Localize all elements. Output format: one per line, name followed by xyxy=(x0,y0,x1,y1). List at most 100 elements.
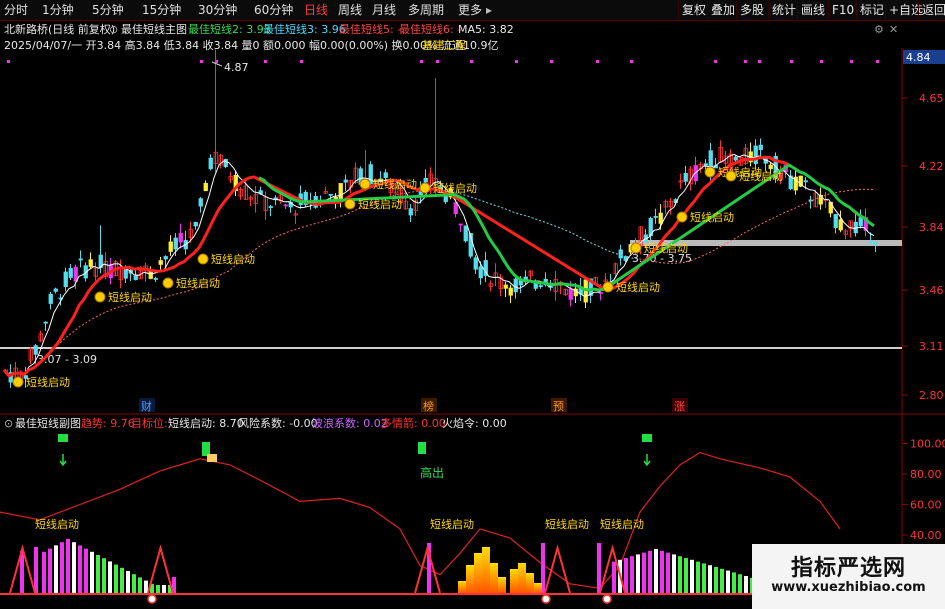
candle-body xyxy=(103,260,108,278)
sub-fire: 火焰令: 0.00 xyxy=(442,417,507,430)
histogram-bar xyxy=(144,580,148,593)
mark-button[interactable]: 标记 xyxy=(856,1,887,19)
histogram-bar xyxy=(654,549,658,593)
settings-gear-icon[interactable]: ⚙ xyxy=(874,23,884,37)
tab-30min[interactable]: 30分钟 xyxy=(198,2,237,18)
top-marker xyxy=(550,60,553,63)
green-arrow-signal[interactable] xyxy=(642,434,652,467)
coin-icon xyxy=(725,170,737,182)
signal-start[interactable]: 短线启动 xyxy=(162,276,220,290)
candle-body xyxy=(353,167,358,184)
candle-body xyxy=(303,191,308,205)
signal-start[interactable]: 短线启动 xyxy=(602,280,660,294)
candle-body xyxy=(3,369,8,372)
signal-start[interactable]: 短线启动 xyxy=(676,210,734,224)
multi-stock-button[interactable]: 多股 xyxy=(736,1,767,19)
green-block xyxy=(202,442,210,456)
sector-link[interactable]: 基建工程 xyxy=(422,39,466,53)
plus-circle-icon[interactable] xyxy=(147,594,157,604)
signal-start[interactable]: 短线启动 xyxy=(419,181,477,195)
tab-daily[interactable]: 日线 xyxy=(304,2,328,18)
event-rank-marker[interactable] xyxy=(421,398,437,412)
candle-body xyxy=(873,241,878,245)
tab-more[interactable]: 更多 xyxy=(458,2,482,18)
signal-start[interactable]: 短线启动 xyxy=(725,169,783,183)
plus-circle-icon[interactable] xyxy=(541,594,551,604)
sub-indicator-name[interactable]: 最佳短线副图 xyxy=(15,417,81,431)
signal-start[interactable]: 短线启动 xyxy=(197,252,255,266)
histogram-bar xyxy=(672,554,676,593)
top-marker xyxy=(515,60,518,63)
candle-body xyxy=(428,173,433,187)
draw-line-button[interactable]: 画线 xyxy=(797,1,828,19)
signal-start[interactable]: 短线启动 xyxy=(344,197,402,211)
fire-bar xyxy=(498,577,506,593)
candle-body xyxy=(638,226,643,247)
price-tick-label: 3.46 xyxy=(919,284,944,297)
event-up-marker[interactable] xyxy=(672,398,688,412)
red-triangle xyxy=(414,544,441,594)
signal-start[interactable]: 短线启动 xyxy=(704,165,762,179)
candle-body xyxy=(243,185,248,200)
more-arrow-icon[interactable]: ▸ xyxy=(486,2,492,18)
candle-body xyxy=(143,265,148,273)
candle-body xyxy=(313,195,318,208)
tab-15min[interactable]: 15分钟 xyxy=(142,2,181,18)
tab-1min[interactable]: 1分钟 xyxy=(42,2,74,18)
tab-5min[interactable]: 5分钟 xyxy=(92,2,124,18)
green-arrow-signal[interactable] xyxy=(58,434,68,467)
tab-multi[interactable]: 多周期 xyxy=(408,2,444,18)
histogram-bar xyxy=(126,571,130,593)
histogram-bar xyxy=(156,585,160,593)
signal-start[interactable]: 短线启动 xyxy=(359,177,417,191)
overlay-button[interactable]: 叠加 xyxy=(707,1,738,19)
event-finance-marker[interactable] xyxy=(139,398,155,412)
candle-body xyxy=(603,279,608,282)
candle-body xyxy=(238,188,243,197)
tab-60min[interactable]: 60分钟 xyxy=(254,2,293,18)
restore-right-button[interactable]: 复权 xyxy=(678,1,709,19)
signal-start[interactable]: 短线启动 xyxy=(94,290,152,304)
candle-body xyxy=(513,278,518,293)
candle-body xyxy=(438,186,443,193)
histogram-bar xyxy=(66,539,70,593)
legend-ma6: 最佳短线6: - xyxy=(399,23,462,36)
candle-body xyxy=(808,199,813,202)
top-marker xyxy=(200,60,203,63)
back-button[interactable]: 返回 xyxy=(918,1,945,19)
candle-body xyxy=(218,155,223,166)
sub-indicator-toggle-icon[interactable]: ⊙ xyxy=(4,417,13,431)
candle-body xyxy=(733,156,738,161)
candle-body xyxy=(338,183,343,200)
f10-button[interactable]: F10 xyxy=(828,1,857,19)
histogram-bar xyxy=(48,548,52,593)
sub-tick-label: 60.00 xyxy=(910,499,942,512)
candle-body xyxy=(788,175,793,190)
watermark-title: 指标严选网 xyxy=(790,556,906,581)
green-block xyxy=(418,442,426,454)
event-forecast-marker[interactable] xyxy=(551,398,567,412)
statistics-button[interactable]: 统计 xyxy=(768,1,799,19)
fire-bar xyxy=(466,565,474,593)
indicator-name[interactable]: 最佳短线主图 xyxy=(121,23,187,37)
histogram-bar xyxy=(612,561,616,593)
histogram-bar xyxy=(427,543,431,593)
tab-fenshi[interactable]: 分时 xyxy=(4,2,28,18)
candle-body xyxy=(118,267,123,281)
candle-body xyxy=(833,214,838,228)
indicator-toggle-icon[interactable]: ⊙ xyxy=(109,23,118,37)
tab-monthly[interactable]: 月线 xyxy=(372,2,396,18)
candle-body xyxy=(558,281,563,286)
coin-icon xyxy=(344,198,356,210)
sub-axis: 100.00 80.00 60.00 40.00 xyxy=(902,438,945,542)
sub-tick-label: 80.00 xyxy=(910,468,942,481)
plus-circle-icon[interactable] xyxy=(602,594,612,604)
candle-body xyxy=(503,284,508,289)
panel-close-icon[interactable]: ✕ xyxy=(889,23,898,37)
signal-start[interactable]: 短线启动 xyxy=(12,375,70,389)
legend-ma5: 最佳短线5: - xyxy=(339,23,402,36)
tab-weekly[interactable]: 周线 xyxy=(338,2,362,18)
top-marker xyxy=(300,60,303,63)
red-triangle xyxy=(599,544,626,594)
signal-start[interactable]: 短线启动 xyxy=(630,241,688,255)
